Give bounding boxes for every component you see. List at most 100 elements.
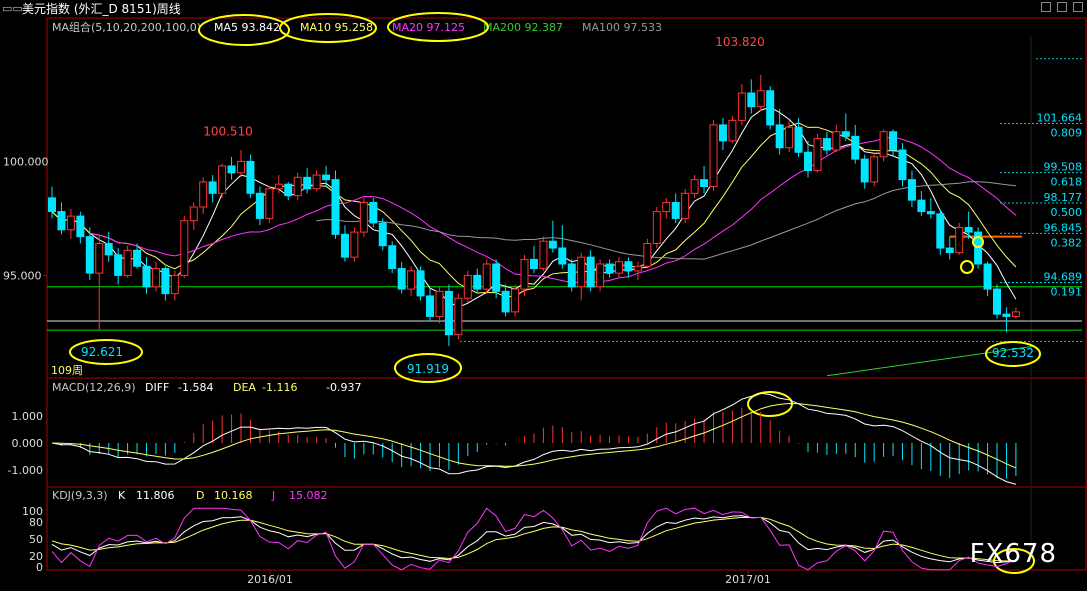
candle-body: [870, 156, 879, 183]
candle-body: [945, 247, 954, 254]
candle-body: [322, 174, 331, 181]
candle-body: [463, 274, 472, 299]
candle-body: [586, 256, 595, 288]
y-tick-label: 100.000: [3, 155, 49, 168]
fib-ratio-label: 0.618: [1051, 176, 1083, 189]
candle-body: [104, 242, 113, 256]
candle-body: [492, 263, 501, 292]
candle-body: [208, 181, 217, 194]
candle-body: [983, 263, 992, 290]
candle-body: [359, 201, 368, 233]
candle-body: [218, 165, 227, 194]
macd-legend-item: DEA: [233, 381, 256, 394]
candlestick-chart: MA组合(5,10,20,200,100,0) MA5 93.842 MA10 95…: [3, 12, 1087, 586]
candle-body: [397, 268, 406, 290]
macd-y-tick-label: -1.000: [8, 464, 43, 477]
candle-body: [435, 290, 444, 317]
high-2016-label: 100.510: [203, 125, 253, 139]
period-count-label: 109周: [51, 364, 83, 377]
ma-legend-item: MA5 93.842: [214, 21, 280, 34]
kdj-j-line: [51, 507, 1017, 571]
macd-legend-item: -0.937: [326, 381, 361, 394]
candle-body: [255, 192, 264, 219]
candle-body: [85, 236, 94, 274]
candle-body: [57, 211, 66, 231]
candle-body: [274, 183, 283, 190]
candle-body: [265, 188, 274, 219]
candle-body: [511, 288, 520, 313]
candle-body: [284, 183, 293, 197]
candle-body: [775, 124, 784, 149]
kdj-legend-item: J: [271, 489, 275, 502]
macd-legend-item: MACD(12,26,9): [52, 381, 136, 394]
candle-body: [926, 211, 935, 215]
candle-body: [879, 131, 888, 158]
candle-body: [189, 206, 198, 222]
fib-ratio-label: 0.191: [1051, 285, 1083, 298]
watermark: FX678: [969, 539, 1057, 569]
candle-body: [123, 249, 132, 276]
macd-y-tick-label: 0.000: [12, 437, 44, 450]
candle-body: [237, 160, 245, 174]
macd-y-tick-label: 1.000: [12, 410, 44, 423]
candle-body: [936, 213, 945, 249]
kdj-legend-item: K: [118, 489, 126, 502]
kdj-y-tick-label: 0: [36, 561, 43, 574]
candle-body: [851, 135, 860, 160]
candle-body: [312, 174, 321, 190]
candle-body: [662, 201, 671, 213]
candle-body: [624, 261, 633, 272]
macd-histogram: [60, 407, 1017, 479]
fib-price-label: 98.177: [1044, 191, 1083, 204]
kdj-y-tick-label: 50: [29, 533, 43, 546]
kdj-y-tick-label: 80: [29, 516, 43, 529]
candle-body: [813, 138, 822, 172]
candle-body: [728, 119, 737, 142]
fib-ratio-label: 0.500: [1051, 206, 1083, 219]
candle-body: [180, 220, 189, 276]
candle-body: [227, 165, 236, 174]
candle-body: [482, 263, 491, 290]
candle-body: [955, 227, 964, 254]
candle-body: [681, 192, 690, 219]
ma-legend-item: MA10 95.258: [300, 21, 373, 34]
candle-body: [151, 268, 160, 288]
candles-group: [48, 74, 1020, 347]
candle-body: [548, 240, 557, 249]
candle-body: [340, 233, 349, 258]
candle-body: [832, 131, 841, 151]
ma-legend-item: MA20 97.125: [392, 21, 465, 34]
x-tick-label: 2017/01: [725, 573, 771, 586]
ma-legend-item: MA200 92.387: [483, 21, 563, 34]
kdj-legend-item: 10.168: [214, 489, 253, 502]
candle-body: [539, 240, 548, 270]
fib-price-label: 94.689: [1044, 270, 1083, 283]
candle-body: [756, 90, 765, 108]
candle-body: [700, 179, 709, 187]
kdj-legend-item: 11.806: [136, 489, 175, 502]
candle-body: [114, 254, 123, 276]
candle-body: [133, 249, 142, 267]
candle-body: [633, 265, 642, 272]
candle-body: [303, 176, 312, 190]
candle-body: [917, 199, 926, 213]
candle-body: [369, 201, 378, 224]
macd-legend-item: -1.584: [178, 381, 213, 394]
kdj-legend-item: 15.082: [289, 489, 328, 502]
candle-body: [520, 258, 529, 290]
low-mid-label: 91.919: [407, 362, 449, 376]
candle-body: [558, 247, 567, 265]
candle-body: [473, 274, 482, 290]
macd-legend-item: -1.116: [262, 381, 297, 394]
candle-body: [501, 290, 510, 313]
candle-body: [76, 215, 85, 238]
candle-body: [643, 242, 652, 267]
candle-body: [170, 274, 179, 295]
candle-body: [718, 124, 727, 142]
candle-body: [199, 181, 208, 208]
candle-body: [293, 176, 302, 197]
candle-body: [993, 288, 1001, 315]
candle-body: [605, 263, 614, 274]
candle-body: [747, 92, 756, 108]
candle-body: [889, 131, 898, 151]
